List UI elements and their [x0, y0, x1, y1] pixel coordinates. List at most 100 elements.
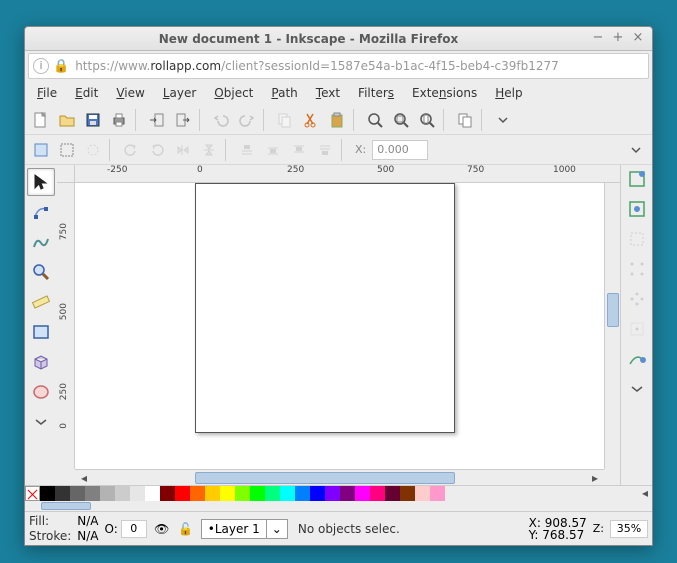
- palette-swatch[interactable]: [130, 486, 145, 501]
- snap-bbox-midpoint-button[interactable]: [625, 287, 649, 311]
- snap-bbox-corner-button[interactable]: [625, 257, 649, 281]
- vertical-scrollbar[interactable]: [604, 183, 620, 469]
- chevron-down-icon[interactable]: ⌄: [267, 519, 288, 539]
- url-bar[interactable]: i 🔒 https://www.rollapp.com/client?sessi…: [28, 53, 649, 79]
- flip-horizontal-button[interactable]: [171, 138, 195, 162]
- palette-none-swatch[interactable]: [25, 486, 40, 501]
- zoom-input[interactable]: [610, 520, 648, 538]
- palette-swatch[interactable]: [115, 486, 130, 501]
- palette-swatch[interactable]: [145, 486, 160, 501]
- layer-lock-toggle[interactable]: 🔓: [177, 522, 195, 536]
- horizontal-scrollbar[interactable]: ◂ ▸: [75, 469, 604, 485]
- toolbox-overflow[interactable]: [27, 408, 55, 436]
- maximize-button[interactable]: +: [610, 31, 626, 47]
- palette-swatch[interactable]: [160, 486, 175, 501]
- fill-stroke-indicator[interactable]: Fill: Stroke:: [29, 514, 71, 543]
- select-all-button[interactable]: [55, 138, 79, 162]
- flip-vertical-button[interactable]: [197, 138, 221, 162]
- palette-swatch[interactable]: [55, 486, 70, 501]
- menu-view[interactable]: View: [108, 83, 152, 103]
- menu-filters[interactable]: Filters: [350, 83, 402, 103]
- palette-swatch[interactable]: [175, 486, 190, 501]
- canvas[interactable]: [75, 183, 604, 469]
- palette-swatch[interactable]: [370, 486, 385, 501]
- duplicate-button[interactable]: [453, 108, 477, 132]
- palette-swatch[interactable]: [265, 486, 280, 501]
- node-tool[interactable]: [27, 198, 55, 226]
- rotate-cw-button[interactable]: [145, 138, 169, 162]
- lower-button[interactable]: [287, 138, 311, 162]
- open-button[interactable]: [55, 108, 79, 132]
- paste-button[interactable]: [325, 108, 349, 132]
- site-info-icon[interactable]: i: [33, 58, 49, 74]
- raise-top-button[interactable]: [235, 138, 259, 162]
- palette-swatch[interactable]: [340, 486, 355, 501]
- hscroll-thumb[interactable]: [195, 472, 455, 484]
- export-button[interactable]: [171, 108, 195, 132]
- layer-visibility-toggle[interactable]: 👁: [153, 522, 171, 536]
- palette-scrollbar[interactable]: [25, 501, 652, 511]
- rectangle-tool[interactable]: [27, 318, 55, 346]
- zoom-selection-button[interactable]: [363, 108, 387, 132]
- palette-swatch[interactable]: [400, 486, 415, 501]
- snap-bbox-center-button[interactable]: [625, 317, 649, 341]
- deselect-button[interactable]: [81, 138, 105, 162]
- rotate-ccw-button[interactable]: [119, 138, 143, 162]
- menu-edit[interactable]: Edit: [67, 83, 106, 103]
- undo-button[interactable]: [209, 108, 233, 132]
- menu-extensions[interactable]: Extensions: [404, 83, 485, 103]
- zoom-tool[interactable]: [27, 258, 55, 286]
- print-button[interactable]: [107, 108, 131, 132]
- palette-swatch[interactable]: [205, 486, 220, 501]
- minimize-button[interactable]: −: [590, 31, 606, 47]
- snap-bbox-button[interactable]: [625, 197, 649, 221]
- menu-text[interactable]: Text: [308, 83, 348, 103]
- x-coord-input[interactable]: [372, 140, 428, 160]
- palette-swatch[interactable]: [295, 486, 310, 501]
- select-all-layers-button[interactable]: [29, 138, 53, 162]
- palette-swatch[interactable]: [430, 486, 445, 501]
- palette-swatch[interactable]: [355, 486, 370, 501]
- snap-bbox-edge-button[interactable]: [625, 227, 649, 251]
- palette-swatch[interactable]: [190, 486, 205, 501]
- layer-selector[interactable]: •Layer 1 ⌄: [201, 519, 288, 539]
- hscroll-left-arrow[interactable]: ◂: [77, 472, 91, 484]
- palette-swatch[interactable]: [250, 486, 265, 501]
- snap-panel-overflow[interactable]: [625, 377, 649, 401]
- palette-swatch[interactable]: [70, 486, 85, 501]
- palette-swatch[interactable]: [310, 486, 325, 501]
- palette-swatch[interactable]: [100, 486, 115, 501]
- box3d-tool[interactable]: [27, 348, 55, 376]
- snap-enable-button[interactable]: [625, 167, 649, 191]
- zoom-page-button[interactable]: [415, 108, 439, 132]
- menu-layer[interactable]: Layer: [155, 83, 204, 103]
- new-document-button[interactable]: [29, 108, 53, 132]
- opacity-input[interactable]: [121, 520, 147, 538]
- ellipse-tool[interactable]: [27, 378, 55, 406]
- import-button[interactable]: [145, 108, 169, 132]
- vscroll-thumb[interactable]: [607, 293, 619, 327]
- cut-button[interactable]: [299, 108, 323, 132]
- save-button[interactable]: [81, 108, 105, 132]
- horizontal-ruler[interactable]: -250 0 250 500 750 1000: [57, 165, 620, 183]
- palette-menu-button[interactable]: ◂: [638, 486, 652, 501]
- close-window-button[interactable]: ×: [630, 31, 646, 47]
- snap-nodes-button[interactable]: [625, 347, 649, 371]
- palette-swatch[interactable]: [325, 486, 340, 501]
- palette-swatch[interactable]: [220, 486, 235, 501]
- lower-bottom-button[interactable]: [313, 138, 337, 162]
- menu-object[interactable]: Object: [206, 83, 261, 103]
- selector-tool[interactable]: [27, 168, 55, 196]
- toolbar-overflow-button[interactable]: [491, 108, 515, 132]
- palette-swatch[interactable]: [280, 486, 295, 501]
- palette-swatch[interactable]: [85, 486, 100, 501]
- vertical-ruler[interactable]: 750 500 250 0: [57, 183, 75, 469]
- hscroll-right-arrow[interactable]: ▸: [588, 472, 602, 484]
- tool-controls-overflow-button[interactable]: [624, 138, 648, 162]
- palette-swatch[interactable]: [40, 486, 55, 501]
- raise-button[interactable]: [261, 138, 285, 162]
- menu-file[interactable]: File: [29, 83, 65, 103]
- measure-tool[interactable]: [27, 288, 55, 316]
- palette-swatch[interactable]: [235, 486, 250, 501]
- menu-help[interactable]: Help: [487, 83, 530, 103]
